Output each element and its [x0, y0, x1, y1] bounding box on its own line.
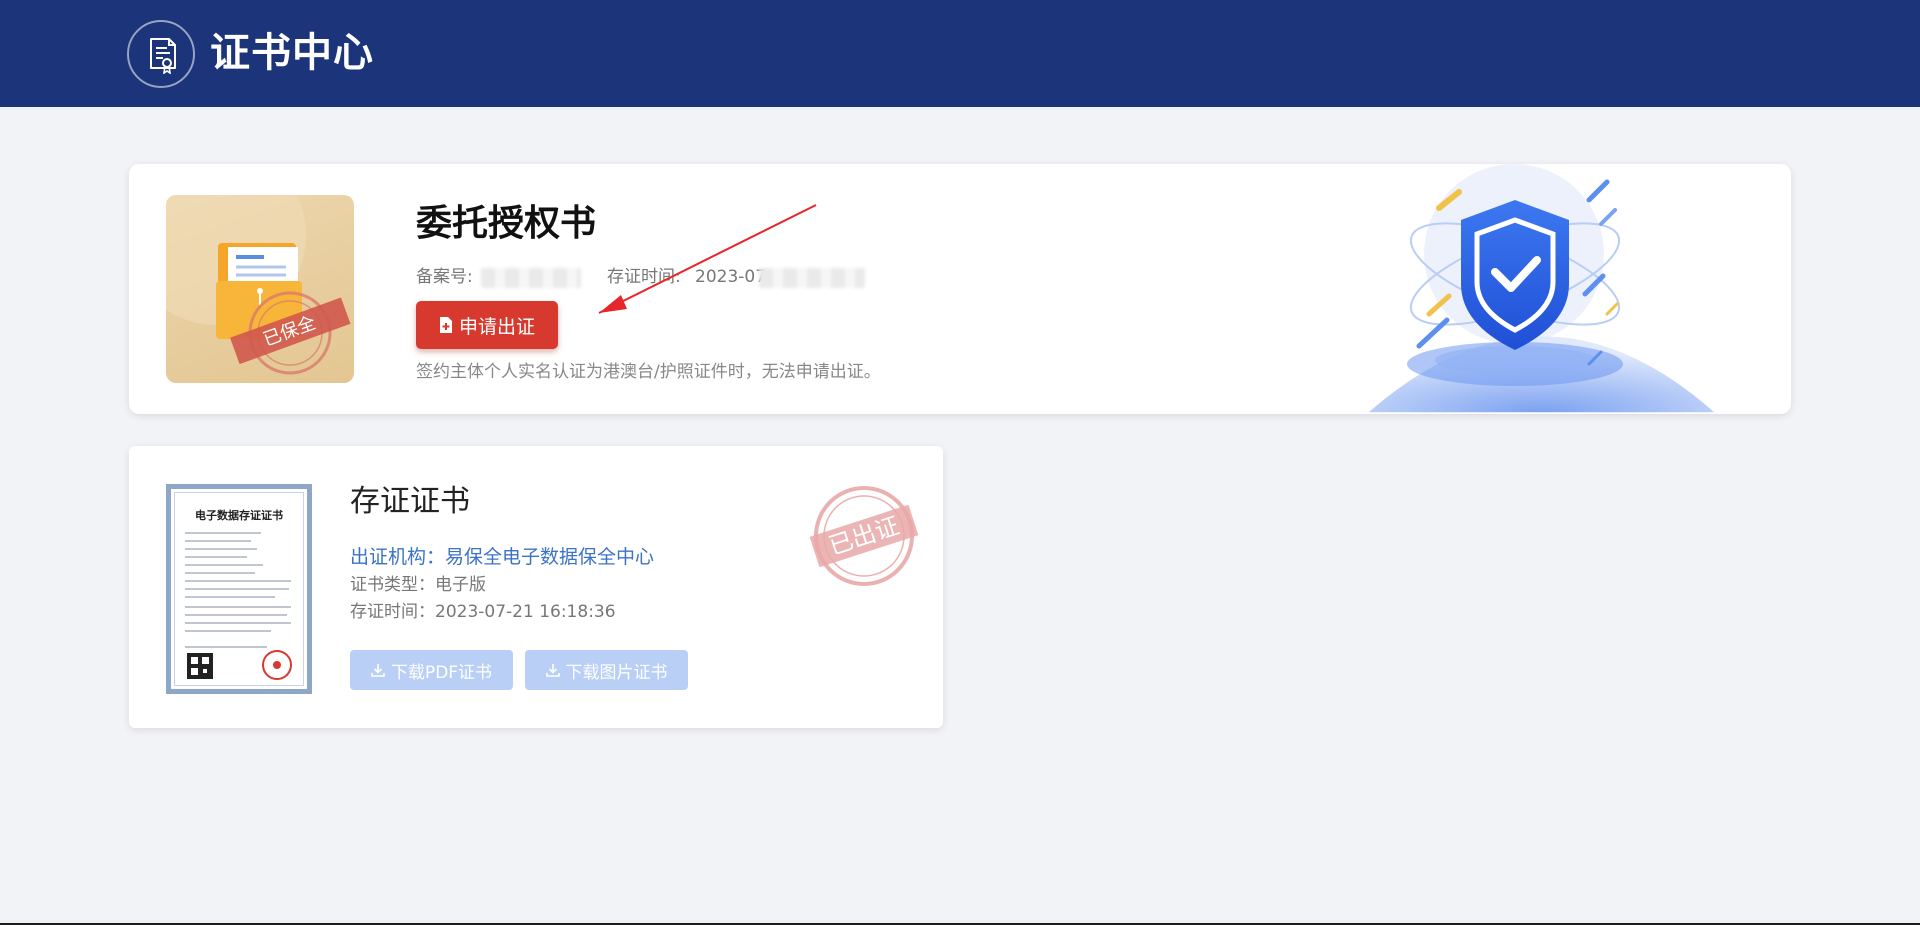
download-icon	[371, 664, 385, 677]
certificate-thumbnail[interactable]: 电子数据存证证书	[166, 484, 312, 694]
certificate-type: 证书类型：电子版	[350, 575, 486, 595]
certificate-logo-icon	[127, 20, 195, 88]
download-icon	[545, 664, 560, 677]
download-image-label: 下载图片证书	[565, 662, 668, 683]
issued-stamp-text: 已出证	[825, 512, 902, 561]
folder-stamp-illustration: 已保全	[166, 195, 354, 383]
download-pdf-button[interactable]: 下载PDF证书	[350, 650, 513, 690]
storage-time-label: 存证时间:	[607, 267, 681, 287]
authorization-title: 委托授权书	[416, 203, 597, 244]
apply-certificate-button[interactable]: 申请出证	[416, 301, 558, 349]
certificate-title: 存证证书	[350, 484, 470, 519]
certificate-time: 存证时间：2023-07-21 16:18:36	[350, 602, 616, 622]
apply-certificate-label: 申请出证	[458, 315, 535, 338]
storage-time-value: 2023-07	[695, 267, 767, 287]
authorization-card: 已保全 委托授权书 备案号: 存证时间: 2023-07 申请出证 签约主体个人…	[129, 164, 1791, 414]
top-header: 证书中心	[0, 0, 1920, 107]
issuer-text: 出证机构：易保全电子数据保全中心	[350, 546, 655, 568]
storage-time-redacted	[759, 268, 865, 288]
download-pdf-label: 下载PDF证书	[390, 662, 493, 683]
record-number-label: 备案号:	[416, 267, 473, 287]
certificate-card: 电子数据存证证书 存证证书 出证机构：易保全电子数据保全中心 证书类型：电子版 …	[129, 446, 943, 728]
record-number-redacted	[481, 268, 581, 288]
apply-restriction-note: 签约主体个人实名认证为港澳台/护照证件时，无法申请出证。	[416, 362, 881, 382]
page-title: 证书中心	[210, 30, 374, 76]
certificate-lines-illustration	[185, 532, 292, 680]
shield-check-illustration	[1368, 164, 1715, 413]
file-plus-icon	[439, 317, 452, 333]
download-image-button[interactable]: 下载图片证书	[525, 650, 688, 690]
issued-stamp-icon: 已出证	[809, 486, 919, 586]
